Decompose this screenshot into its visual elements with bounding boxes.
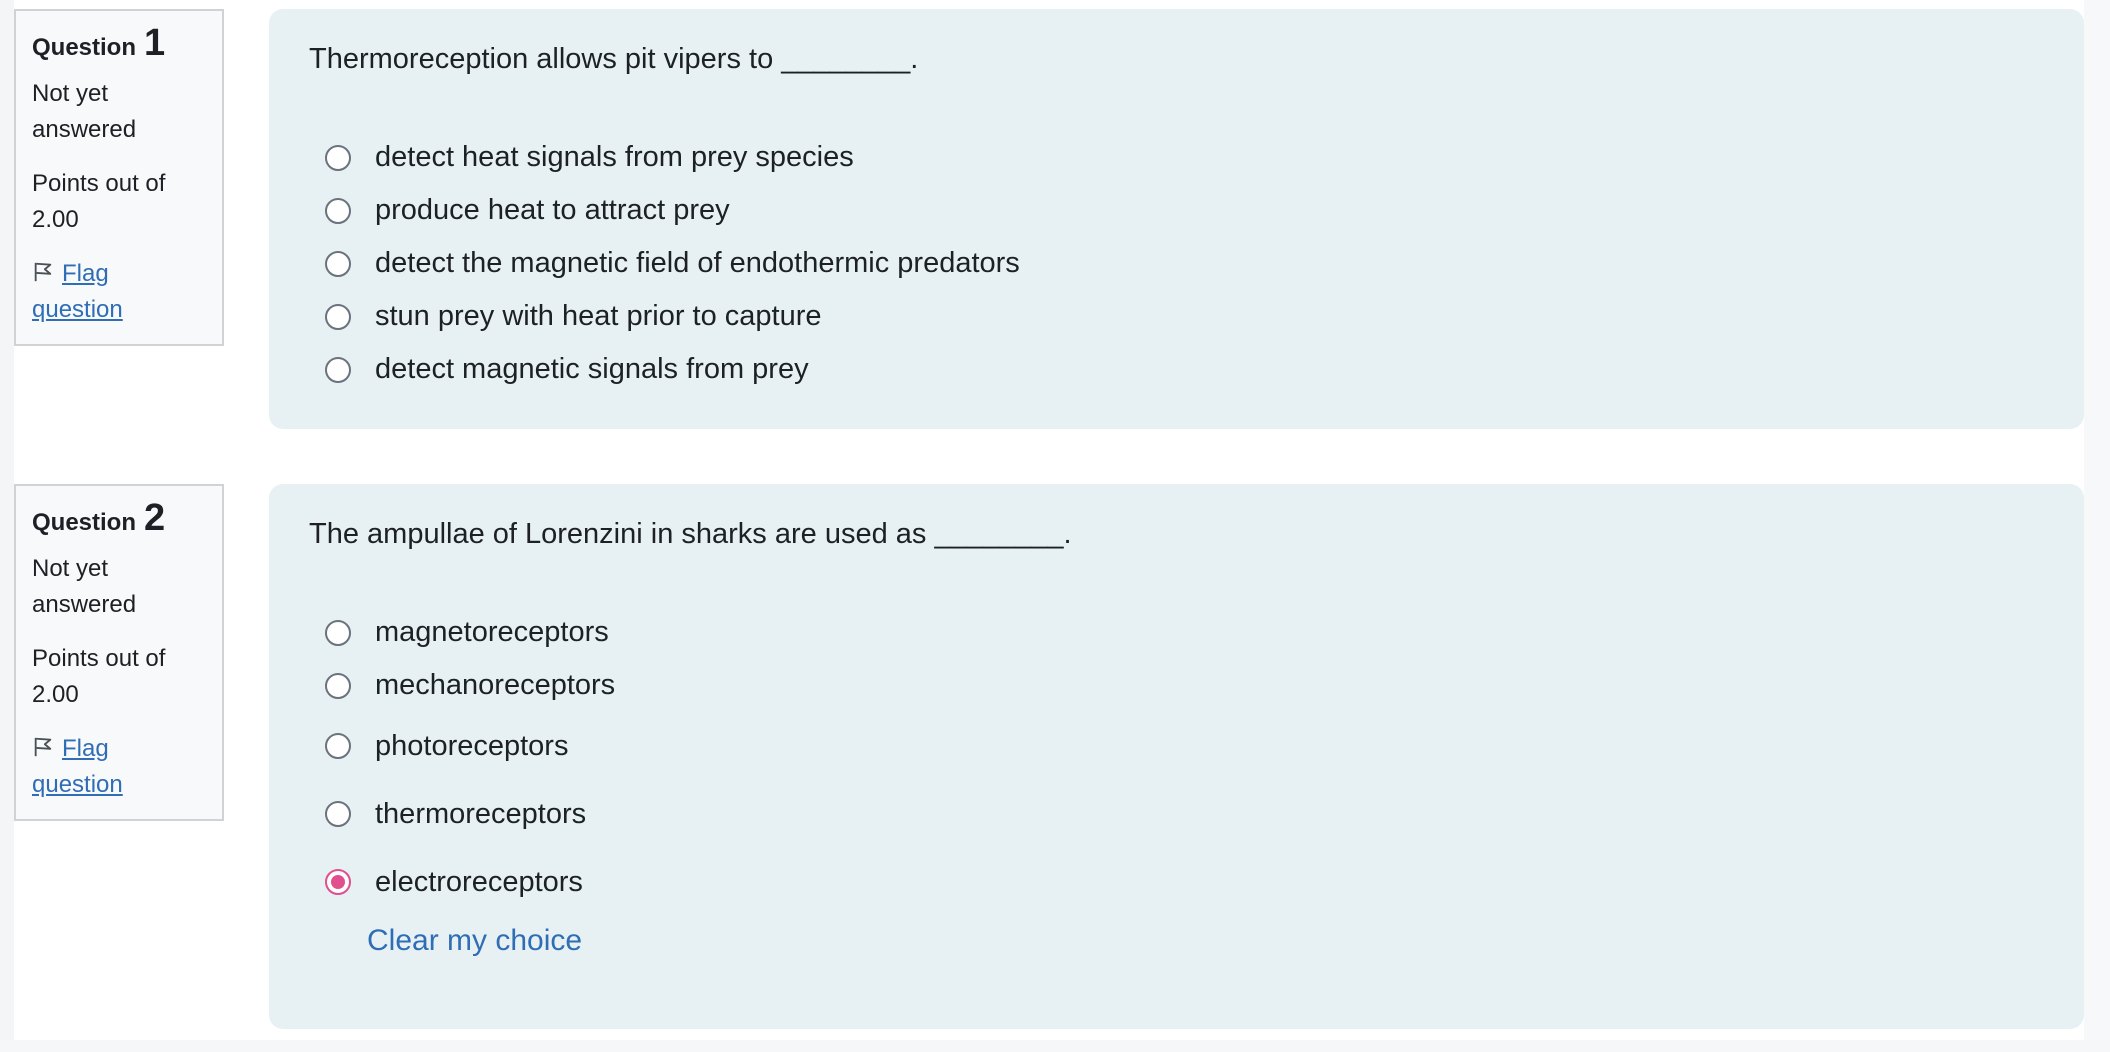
radio-button[interactable] xyxy=(325,801,351,827)
answer-option[interactable]: mechanoreceptors xyxy=(309,659,2044,712)
answer-label[interactable]: detect the magnetic field of endothermic… xyxy=(375,247,1020,280)
question-state: Not yet answered xyxy=(32,555,137,618)
question-grade: Points out of 2.00 xyxy=(32,645,166,708)
clear-choice-link[interactable]: Clear my choice xyxy=(367,924,582,958)
answer-label[interactable]: electroreceptors xyxy=(375,866,583,899)
answer-options: magnetoreceptors mechanoreceptors photor… xyxy=(309,606,2044,916)
radio-button[interactable] xyxy=(325,356,351,383)
answer-option[interactable]: detect the magnetic field of endothermic… xyxy=(309,237,2044,290)
answer-label[interactable]: thermoreceptors xyxy=(375,798,586,831)
answer-label[interactable]: detect magnetic signals from prey xyxy=(375,353,809,386)
flag-icon xyxy=(34,737,52,757)
radio-button[interactable] xyxy=(325,303,351,330)
question-label: Question xyxy=(32,34,137,61)
radio-button-selected[interactable] xyxy=(325,869,351,895)
answer-option[interactable]: detect magnetic signals from prey xyxy=(309,343,2044,396)
answer-option[interactable]: photoreceptors xyxy=(309,712,2044,780)
question-info-panel: Question 2 Not yet answered Points out o… xyxy=(14,484,224,821)
question-number-heading: Question 2 xyxy=(32,497,206,541)
radio-button[interactable] xyxy=(325,197,351,224)
question-1: Question 1 Not yet answered Points out o… xyxy=(14,9,2084,429)
radio-button[interactable] xyxy=(325,619,351,646)
question-number: 2 xyxy=(144,497,166,539)
question-content: Thermoreception allows pit vipers to ___… xyxy=(269,9,2084,429)
question-info-panel: Question 1 Not yet answered Points out o… xyxy=(14,9,224,346)
answer-label[interactable]: detect heat signals from prey species xyxy=(375,141,854,174)
question-text: Thermoreception allows pit vipers to ___… xyxy=(309,43,919,75)
question-content: The ampullae of Lorenzini in sharks are … xyxy=(269,484,2084,1029)
answer-option[interactable]: produce heat to attract prey xyxy=(309,184,2044,237)
right-scroll-edge xyxy=(2084,0,2110,1052)
answer-option[interactable]: detect heat signals from prey species xyxy=(309,131,2044,184)
bottom-page-edge xyxy=(0,1040,2110,1052)
question-state: Not yet answered xyxy=(32,80,137,143)
question-number: 1 xyxy=(144,22,166,64)
flag-question-link[interactable]: Flag question xyxy=(32,731,206,803)
question-text: The ampullae of Lorenzini in sharks are … xyxy=(309,518,1072,550)
question-label: Question xyxy=(32,509,137,536)
answer-label[interactable]: produce heat to attract prey xyxy=(375,194,730,227)
answer-label[interactable]: photoreceptors xyxy=(375,730,568,763)
flag-icon xyxy=(34,262,52,282)
answer-option[interactable]: electroreceptors xyxy=(309,848,2044,916)
radio-button[interactable] xyxy=(325,144,351,171)
radio-button[interactable] xyxy=(325,733,351,759)
quiz-page: Question 1 Not yet answered Points out o… xyxy=(0,0,2110,1052)
question-2: Question 2 Not yet answered Points out o… xyxy=(14,484,2084,1029)
answer-options: detect heat signals from prey species pr… xyxy=(309,131,2044,396)
radio-button[interactable] xyxy=(325,672,351,699)
left-page-edge xyxy=(0,0,14,1052)
question-number-heading: Question 1 xyxy=(32,22,206,66)
answer-option[interactable]: stun prey with heat prior to capture xyxy=(309,290,2044,343)
flag-question-link[interactable]: Flag question xyxy=(32,256,206,328)
answer-label[interactable]: stun prey with heat prior to capture xyxy=(375,300,822,333)
question-grade: Points out of 2.00 xyxy=(32,170,166,233)
answer-option[interactable]: magnetoreceptors xyxy=(309,606,2044,659)
answer-option[interactable]: thermoreceptors xyxy=(309,780,2044,848)
radio-button[interactable] xyxy=(325,250,351,277)
answer-label[interactable]: mechanoreceptors xyxy=(375,669,615,702)
answer-label[interactable]: magnetoreceptors xyxy=(375,616,609,649)
